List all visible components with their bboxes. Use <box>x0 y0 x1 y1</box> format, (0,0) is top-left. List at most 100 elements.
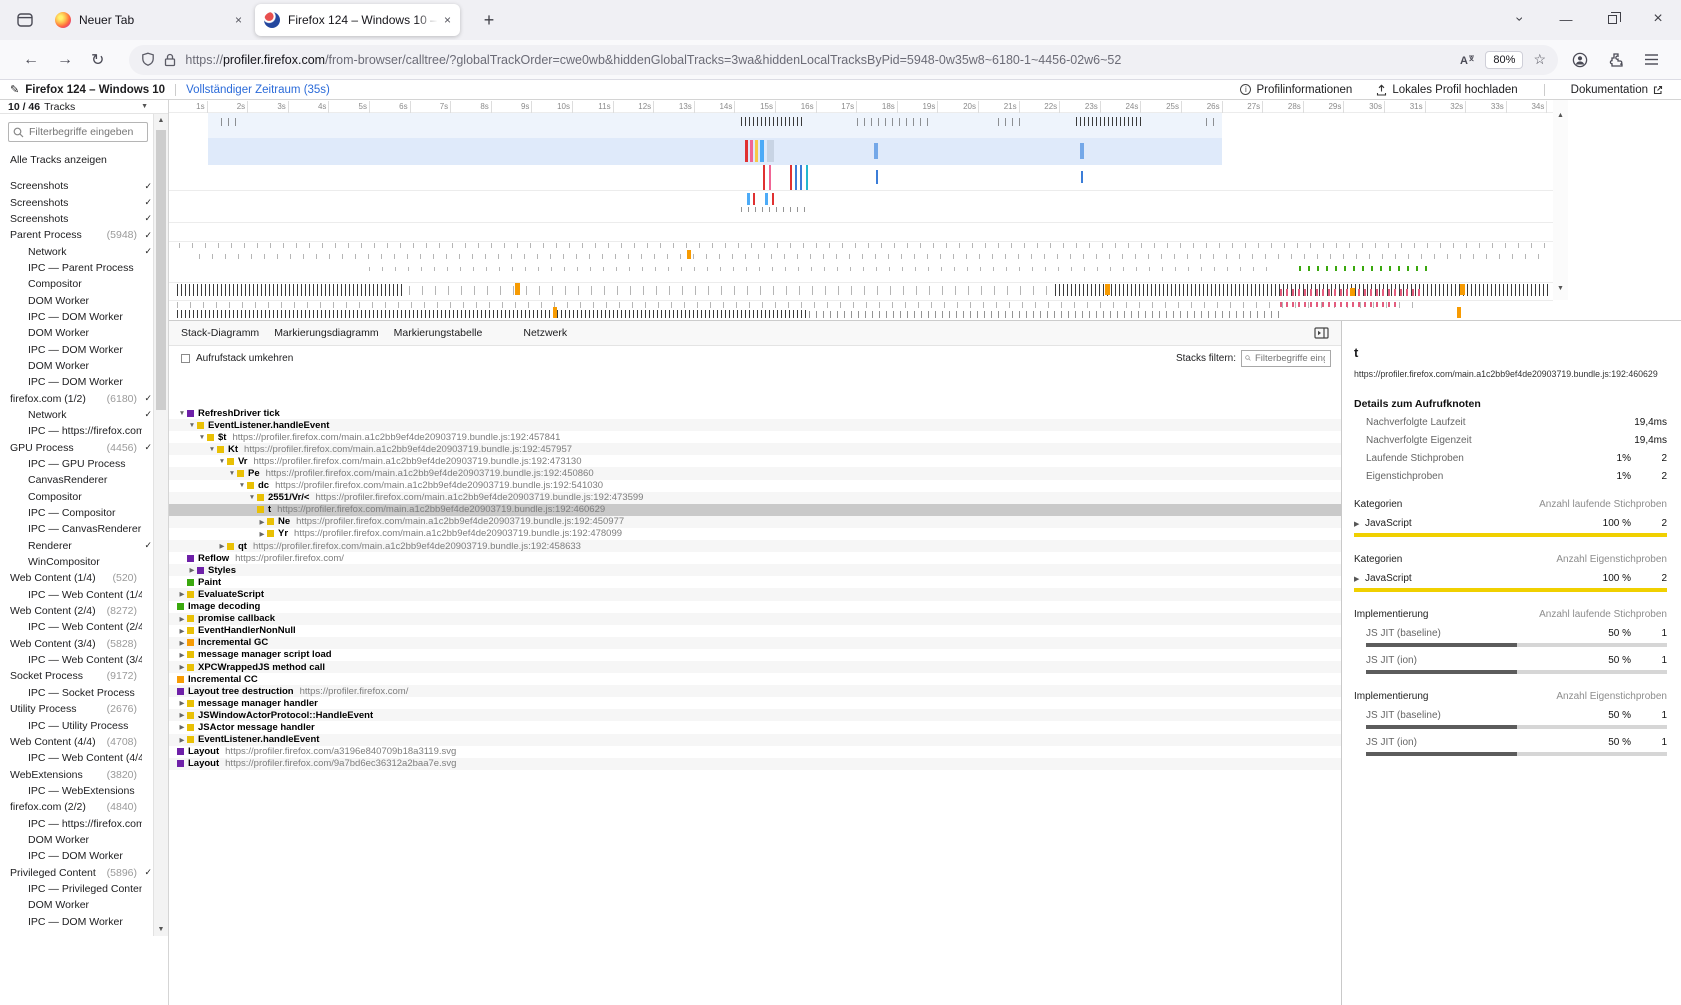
track-item[interactable]: DOM Worker <box>0 358 168 374</box>
url-text[interactable]: https://profiler.firefox.com/from-browse… <box>185 53 1451 67</box>
profile-info-button[interactable]: iProfilinformationen <box>1232 84 1360 96</box>
scroll-up-icon[interactable]: ▲ <box>1553 112 1568 119</box>
twisty-icon[interactable]: ▶ <box>187 566 197 574</box>
track-item[interactable]: IPC — Web Content (4/4) <box>0 750 168 766</box>
forward-icon[interactable]: → <box>57 51 73 69</box>
calltree-row[interactable]: ▶XPCWrappedJS method call <box>169 661 1341 673</box>
stacks-filter-input[interactable] <box>1253 352 1327 365</box>
track-item[interactable]: IPC — DOM Worker <box>0 374 168 390</box>
calltree-row[interactable]: Layouthttps://profiler.firefox.com/9a7bd… <box>169 758 1341 770</box>
calltree-row[interactable]: ▼Pehttps://profiler.firefox.com/main.a1c… <box>169 467 1341 479</box>
track-item[interactable]: IPC — DOM Worker <box>0 341 168 357</box>
close-window-icon[interactable]: × <box>1635 0 1681 38</box>
show-all-tracks-button[interactable]: Alle Tracks anzeigen <box>10 154 158 168</box>
breakdown-row[interactable]: ▶JavaScript100 %2 <box>1354 573 1667 584</box>
calltree-row[interactable]: ▼$thttps://profiler.firefox.com/main.a1c… <box>169 431 1341 443</box>
twisty-icon[interactable]: ▼ <box>237 482 247 489</box>
timeline[interactable]: 1s2s3s4s5s6s7s8s9s10s11s12s13s14s15s16s1… <box>169 100 1553 320</box>
track-item[interactable]: IPC — Compositor <box>0 505 168 521</box>
twisty-icon[interactable]: ▶ <box>257 518 267 526</box>
track-item[interactable]: IPC — Privileged Content <box>0 881 168 897</box>
breakdown-row[interactable]: JS JIT (ion)50 %1 <box>1354 737 1667 748</box>
track-item[interactable]: DOM Worker <box>0 292 168 308</box>
calltree-row[interactable]: ▶Yrhttps://profiler.firefox.com/main.a1c… <box>169 528 1341 540</box>
track-item[interactable]: Parent Process(5948)✓ <box>0 227 168 243</box>
track-item[interactable]: IPC — Utility Process <box>0 717 168 733</box>
url-bar[interactable]: https://profiler.firefox.com/from-browse… <box>129 45 1558 75</box>
calltree-row[interactable]: Reflowhttps://profiler.firefox.com/ <box>169 552 1341 564</box>
restore-icon[interactable] <box>1589 0 1635 38</box>
docs-link[interactable]: Dokumentation <box>1563 84 1671 96</box>
track-item[interactable]: IPC — Parent Process <box>0 260 168 276</box>
track-item[interactable]: CanvasRenderer <box>0 472 168 488</box>
twisty-icon[interactable]: ▼ <box>217 458 227 465</box>
reload-icon[interactable]: ↻ <box>91 50 104 70</box>
menu-icon[interactable] <box>1644 53 1659 66</box>
twisty-icon[interactable]: ▶ <box>177 627 187 635</box>
tracks-count-dropdown[interactable]: 10 / 46 Tracks ▼ <box>0 100 168 114</box>
track-item[interactable]: Utility Process(2676) <box>0 701 168 717</box>
twisty-icon[interactable]: ▶ <box>257 530 267 538</box>
twisty-icon[interactable]: ▶ <box>177 736 187 744</box>
scroll-up-icon[interactable]: ▲ <box>154 117 168 124</box>
calltree-row[interactable]: ▶promise callback <box>169 613 1341 625</box>
browser-tab-profiler[interactable]: Firefox 124 – Windows 10 – 9.4.2 × <box>255 4 460 36</box>
twisty-icon[interactable]: ▶ <box>177 699 187 707</box>
track-item[interactable]: Web Content (4/4)(4708) <box>0 734 168 750</box>
twisty-icon[interactable]: ▼ <box>207 446 217 453</box>
account-icon[interactable] <box>1572 52 1588 68</box>
track-item[interactable]: IPC — Socket Process <box>0 685 168 701</box>
twisty-icon[interactable]: ▶ <box>177 615 187 623</box>
track-item[interactable]: Screenshots✓ <box>0 211 168 227</box>
track-item[interactable]: Web Content (1/4)(520) <box>0 570 168 586</box>
calltree-row[interactable]: Layout tree destructionhttps://profiler.… <box>169 685 1341 697</box>
breakdown-row[interactable]: JS JIT (baseline)50 %1 <box>1354 628 1667 639</box>
calltree-row[interactable]: ▶EvaluateScript <box>169 588 1341 600</box>
stacks-filter[interactable] <box>1241 350 1331 367</box>
calltree-row[interactable]: ▼Kthttps://profiler.firefox.com/main.a1c… <box>169 443 1341 455</box>
breakdown-row[interactable]: JS JIT (baseline)50 %1 <box>1354 710 1667 721</box>
track-item[interactable]: Compositor <box>0 489 168 505</box>
twisty-icon[interactable]: ▼ <box>247 494 257 501</box>
track-item[interactable]: IPC — https://firefox.com (2/2) <box>0 815 168 831</box>
panel-tab[interactable]: Markierungstabelle <box>394 327 483 339</box>
edit-name-icon[interactable]: ✎ <box>10 83 19 96</box>
calltree-row[interactable]: ▶qthttps://profiler.firefox.com/main.a1c… <box>169 540 1341 552</box>
panel-tab[interactable]: Stack-Diagramm <box>181 327 259 339</box>
scroll-down-icon[interactable]: ▼ <box>154 926 168 933</box>
track-item[interactable]: Socket Process(9172) <box>0 668 168 684</box>
track-item[interactable]: WebExtensions(3820) <box>0 766 168 782</box>
twisty-icon[interactable]: ▶ <box>177 711 187 719</box>
panel-tab[interactable]: Netzwerk <box>523 327 567 339</box>
calltree-row[interactable]: ▶Nehttps://profiler.firefox.com/main.a1c… <box>169 516 1341 528</box>
tab-close-icon[interactable]: × <box>235 13 242 27</box>
twisty-icon[interactable]: ▶ <box>177 651 187 659</box>
twisty-icon[interactable]: ▶ <box>177 639 187 647</box>
calltree-row[interactable]: ▼2551/Vr/<https://profiler.firefox.com/m… <box>169 492 1341 504</box>
browser-tab-new[interactable]: Neuer Tab × <box>46 4 251 36</box>
track-item[interactable]: Compositor <box>0 276 168 292</box>
calltree-row[interactable]: Image decoding <box>169 601 1341 613</box>
firefox-view-icon[interactable] <box>12 9 38 31</box>
calltree-row[interactable]: ▼dchttps://profiler.firefox.com/main.a1c… <box>169 480 1341 492</box>
tab-close-icon[interactable]: × <box>444 13 451 27</box>
list-tabs-icon[interactable]: › <box>1497 0 1543 38</box>
track-item[interactable]: DOM Worker <box>0 325 168 341</box>
tracks-scrollbar[interactable]: ▲ ▼ <box>153 114 168 936</box>
calltree-row[interactable]: ▶EventListener.handleEvent <box>169 734 1341 746</box>
calltree-row[interactable]: ▼Vrhttps://profiler.firefox.com/main.a1c… <box>169 455 1341 467</box>
track-item[interactable]: Network✓ <box>0 243 168 259</box>
calltree-row[interactable]: ▼EventListener.handleEvent <box>169 419 1341 431</box>
timeline-ruler[interactable]: 1s2s3s4s5s6s7s8s9s10s11s12s13s14s15s16s1… <box>169 100 1553 113</box>
track-item[interactable]: Privileged Content(5896)✓ <box>0 864 168 880</box>
track-item[interactable]: IPC — Web Content (1/4) <box>0 587 168 603</box>
panel-tab[interactable]: Markierungsdiagramm <box>274 327 378 339</box>
calltree-row[interactable]: ▼RefreshDriver tick <box>169 407 1341 419</box>
track-item[interactable]: DOM Worker <box>0 832 168 848</box>
twisty-icon[interactable]: ▶ <box>177 663 187 671</box>
bookmark-star-icon[interactable]: ☆ <box>1533 51 1546 68</box>
new-tab-button[interactable]: + <box>476 10 502 31</box>
tracks-filter[interactable] <box>8 122 148 142</box>
twisty-icon[interactable]: ▶ <box>177 590 187 598</box>
tracks-filter-input[interactable] <box>27 125 137 139</box>
